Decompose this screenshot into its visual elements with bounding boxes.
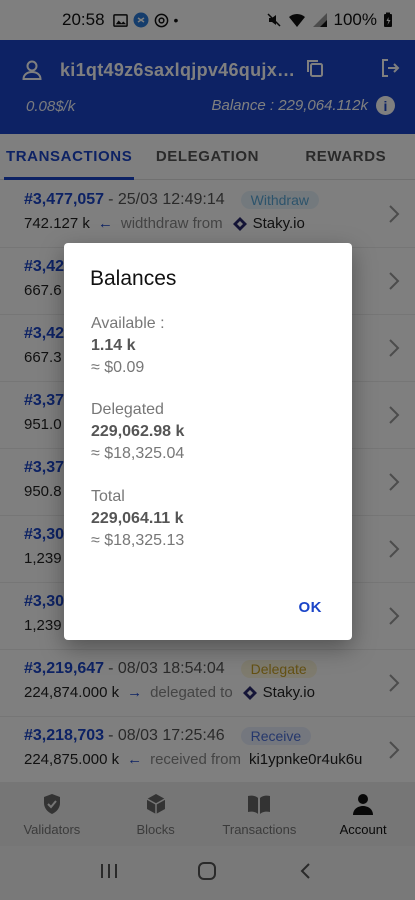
- total-amount: 229,064.11 k: [91, 510, 184, 527]
- balances-dialog: Balances Available : 1.14 k ≈ $0.09 Dele…: [64, 243, 352, 640]
- total-section: Total 229,064.11 k ≈ $18,325.13: [91, 486, 184, 552]
- delegated-label: Delegated: [91, 401, 164, 418]
- delegated-section: Delegated 229,062.98 k ≈ $18,325.04: [91, 399, 184, 465]
- available-amount: 1.14 k: [91, 337, 136, 354]
- total-label: Total: [91, 488, 125, 505]
- available-label: Available :: [91, 315, 165, 332]
- available-section: Available : 1.14 k ≈ $0.09: [91, 313, 165, 379]
- delegated-amount: 229,062.98 k: [91, 423, 185, 440]
- available-usd: ≈ $0.09: [91, 359, 145, 376]
- delegated-usd: ≈ $18,325.04: [91, 445, 185, 462]
- ok-button[interactable]: OK: [299, 599, 323, 616]
- total-usd: ≈ $18,325.13: [91, 532, 185, 549]
- dialog-title: Balances: [90, 267, 177, 290]
